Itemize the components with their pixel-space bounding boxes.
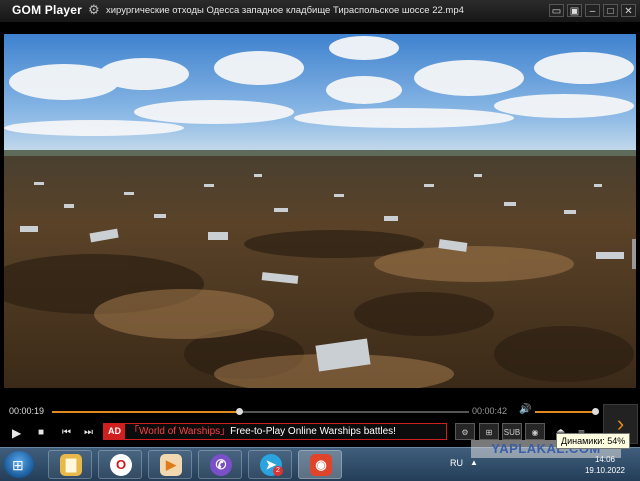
ad-banner[interactable]: AD 「World of Warships」Free-to-Play Online… (103, 423, 447, 440)
ad-brand: 「World of Warships」 (129, 426, 231, 437)
ad-tag: AD (104, 424, 125, 439)
video-image (4, 34, 636, 388)
taskbar-media[interactable]: ▶ (148, 450, 192, 479)
windows-logo-icon: ⊞ (12, 457, 24, 473)
previous-button[interactable]: ⏮ (62, 426, 71, 440)
elapsed-time: 00:00:19 (9, 406, 45, 416)
volume-slider[interactable] (535, 408, 599, 415)
video-frame[interactable] (4, 34, 636, 388)
taskbar-telegram[interactable]: ➤ 2 (248, 450, 292, 479)
progress-row: 00:00:19 00:00:42 🔊 (0, 402, 640, 422)
app-logo: GOM Player (12, 3, 83, 17)
playlist-icon[interactable]: ⚙ (455, 423, 475, 440)
title-bar: GOM Player ⚙ хирургические отходы Одесса… (0, 0, 640, 23)
taskbar-explorer[interactable]: ▇ (48, 450, 92, 479)
viber-icon: ✆ (210, 454, 232, 476)
volume-tooltip: Динамики: 54% (556, 433, 631, 449)
opera-icon: O (110, 454, 132, 476)
settings-gear-icon[interactable]: ⚙ (88, 2, 100, 18)
clock-date: 19.10.2022 (584, 466, 626, 475)
side-scroll-handle[interactable] (632, 239, 636, 269)
tray-expand-icon[interactable]: ▲ (470, 458, 478, 467)
window-buttons: ▭ ▣ ‒ □ ✕ (549, 4, 636, 17)
taskbar-viber[interactable]: ✆ (198, 450, 242, 479)
mini-mode-button[interactable]: ▭ (549, 4, 564, 17)
next-file-button[interactable]: ⏭ (84, 426, 93, 440)
speaker-icon[interactable]: 🔊 (519, 404, 531, 415)
start-button[interactable]: ⊞ (4, 451, 34, 478)
media-icon: ▶ (160, 454, 182, 476)
folder-icon: ▇ (60, 454, 82, 476)
volume-slider-fill (535, 411, 596, 413)
volume-slider-thumb[interactable] (591, 408, 599, 415)
taskbar-gom[interactable]: ◉ (298, 450, 342, 479)
compact-button[interactable]: ▣ (567, 4, 582, 17)
window-title: хирургические отходы Одесса западное кла… (106, 5, 464, 16)
maximize-button[interactable]: □ (603, 4, 618, 17)
gom-player-icon: ◉ (310, 454, 332, 476)
total-time: 00:00:42 (472, 406, 508, 416)
subtitle-button[interactable]: SUB (502, 423, 522, 440)
stop-button[interactable]: ■ (38, 426, 44, 440)
control-panel-icon[interactable]: ⊞ (479, 423, 499, 440)
ad-text: Free-to-Play Online Warships battles! (230, 426, 396, 437)
capture-icon[interactable]: ◉ (525, 423, 545, 440)
minimize-button[interactable]: ‒ (585, 4, 600, 17)
close-button[interactable]: ✕ (621, 4, 636, 17)
language-indicator[interactable]: RU (450, 458, 463, 468)
play-button[interactable]: ▶ (12, 426, 21, 440)
seek-bar[interactable] (52, 408, 469, 415)
notification-badge: 2 (273, 466, 283, 476)
taskbar-opera[interactable]: O (98, 450, 142, 479)
seek-bar-fill (52, 411, 240, 413)
seek-bar-thumb[interactable] (235, 408, 243, 415)
